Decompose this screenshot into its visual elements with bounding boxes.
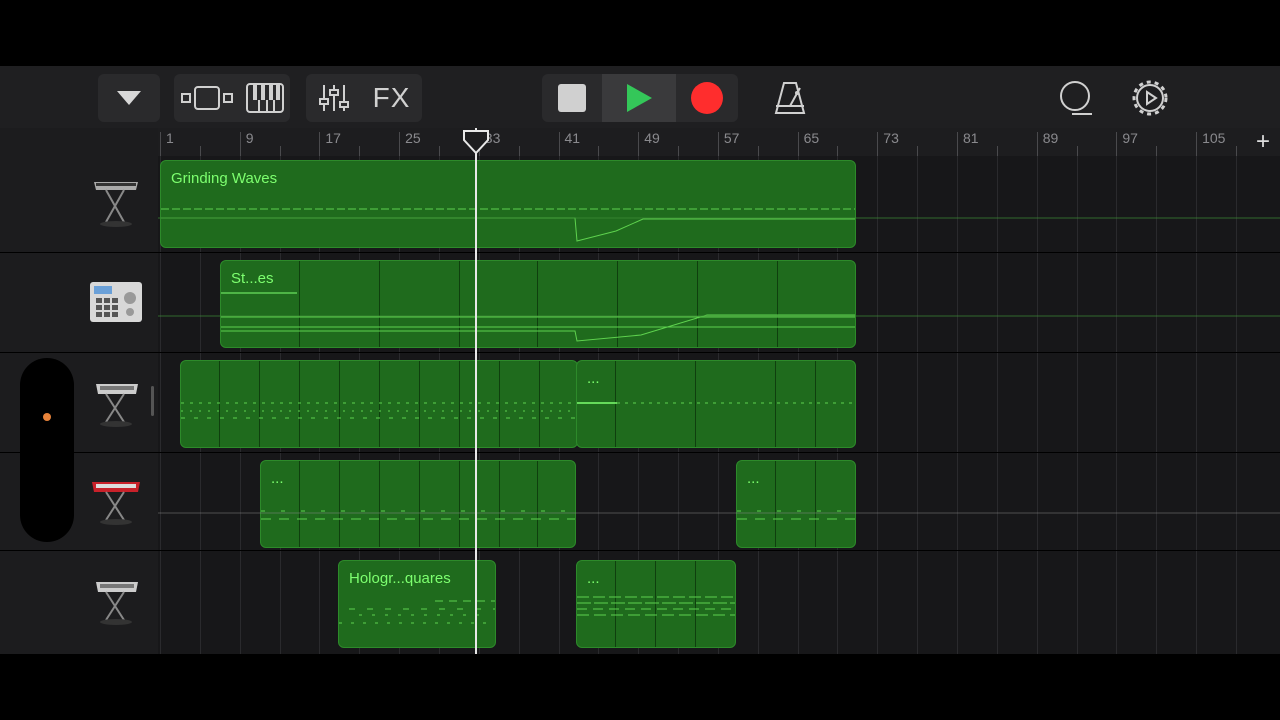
keyboard-stand-icon [96,582,138,625]
track-height-slider[interactable] [20,358,74,542]
track-divider [0,452,1280,453]
loop-icon [1060,81,1092,115]
ruler-major-tick [957,132,958,156]
ruler-major-tick [558,132,560,156]
slider-indicator-dot [43,413,51,421]
automation-lines [158,217,1280,514]
ruler-minor-tick [837,146,839,156]
view-dropdown-button[interactable] [98,74,160,122]
track-headers [0,156,158,654]
ruler-bar-number: 17 [325,130,341,146]
playhead-handle-icon [463,130,489,155]
track-1-instrument[interactable] [88,176,144,232]
ruler-major-tick [1116,132,1118,156]
settings-button[interactable] [1132,80,1168,121]
metronome-button[interactable] [772,80,808,121]
track-divider [0,550,1280,551]
record-icon [691,82,723,114]
track-2-instrument[interactable] [88,274,144,330]
ruler-minor-tick [518,146,520,156]
scroll-indicator[interactable] [151,386,154,416]
ruler-major-tick [717,132,719,156]
mixer-fx-group: FX [306,74,422,122]
ruler-bar-number: 73 [883,130,899,146]
ruler-minor-tick [359,146,361,156]
add-section-button[interactable]: + [1256,128,1270,156]
settings-icon [1132,80,1168,116]
ruler-major-tick [319,132,321,156]
mixer-icon[interactable] [318,83,350,113]
ruler-bar-number: 105 [1202,130,1226,146]
ruler-bar-number: 89 [1042,130,1059,146]
keyboard-icon[interactable] [245,83,284,113]
ruler-major-tick [1196,132,1198,156]
red-keyboard-icon [92,482,140,525]
ruler-major-tick [399,132,401,156]
chevron-down-icon [117,91,141,105]
track-3-instrument[interactable] [88,374,144,430]
ruler-major-tick [638,132,640,156]
record-button[interactable] [676,74,738,122]
ruler-bar-number: 81 [963,130,979,146]
playhead-handle[interactable] [463,130,489,159]
timeline-ruler[interactable]: 1 9 17 25 33 41 49 57 65 73 81 89 97 105 + [158,128,1280,157]
toolbar: FX [0,66,1280,128]
track-divider [0,352,1280,353]
ruler-bar-number: 97 [1122,130,1138,146]
ruler-bar-number: 9 [245,130,254,146]
metronome-icon [774,82,806,114]
ruler-minor-tick [1156,146,1158,156]
ruler-bar-number: 1 [166,130,174,146]
tracks-area[interactable]: Grinding Waves St...es ... ... ... Holog… [158,156,1280,654]
ruler-minor-tick [917,146,919,156]
ruler-bar-number: 41 [564,130,581,146]
keyboard-stand-icon [96,384,138,427]
ruler-minor-tick [996,146,998,156]
stop-icon [558,84,586,112]
ruler-bar-number: 65 [803,130,820,146]
ruler-bar-number: 57 [723,130,740,146]
ruler-major-tick [877,132,879,156]
ruler-minor-tick [598,146,600,156]
ruler-major-tick [160,132,161,156]
tracks-view-icon[interactable] [180,85,233,111]
fx-button[interactable]: FX [373,82,411,114]
transport-group [542,74,738,122]
ruler-minor-tick [279,146,281,156]
play-button[interactable] [602,74,676,122]
play-icon [627,84,652,112]
drum-machine-icon [90,282,142,322]
ruler-minor-tick [199,146,201,156]
view-toggle-group [174,74,290,122]
ruler-minor-tick [1235,146,1237,156]
track-4-instrument[interactable] [88,472,144,528]
ruler-minor-tick [757,146,759,156]
ruler-major-tick [1036,132,1038,156]
ruler-minor-tick [1076,146,1078,156]
ruler-bar-number: 25 [405,130,421,146]
ruler-major-tick [797,132,799,156]
synth-keyboard-icon [94,182,138,227]
garageband-app: FX 1 9 17 25 33 41 49 57 65 73 81 89 97 105 + [0,66,1280,654]
loop-browser-button[interactable] [1056,80,1094,121]
track-5-instrument[interactable] [88,572,144,628]
ruler-minor-tick [678,146,680,156]
ruler-bar-number: 49 [644,130,660,146]
stop-button[interactable] [542,74,602,122]
playhead[interactable] [475,128,477,654]
ruler-major-tick [239,132,241,156]
ruler-minor-tick [438,146,440,156]
track-divider [0,252,1280,253]
